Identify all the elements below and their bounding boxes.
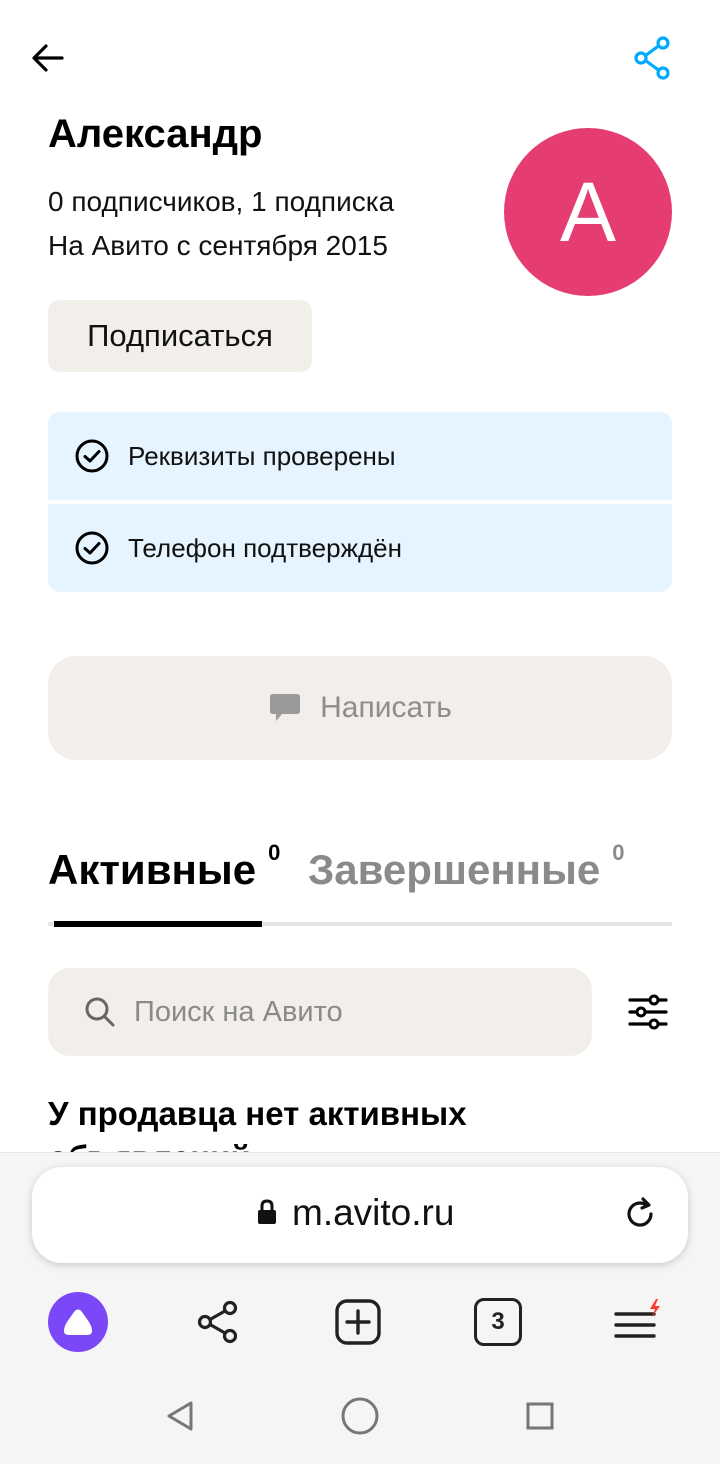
tab-label: Завершенные bbox=[308, 846, 601, 893]
check-circle-icon bbox=[75, 439, 109, 473]
verification-label: Реквизиты проверены bbox=[128, 440, 396, 471]
share-icon bbox=[197, 1300, 238, 1344]
verification-item-requisites: Реквизиты проверены bbox=[48, 412, 672, 500]
tab-label: Активные bbox=[48, 846, 257, 893]
filter-icon bbox=[628, 994, 668, 1030]
new-tab-button[interactable] bbox=[326, 1290, 390, 1354]
tab-count: 0 bbox=[268, 840, 281, 865]
avatar: A bbox=[504, 128, 672, 296]
lock-icon bbox=[258, 1199, 276, 1224]
tab-active[interactable]: Активные 0 bbox=[48, 840, 280, 894]
browser-share-button[interactable] bbox=[186, 1290, 250, 1354]
filters-button[interactable] bbox=[620, 984, 676, 1040]
member-since: На Авито с сентября 2015 bbox=[48, 230, 388, 261]
menu-button[interactable] bbox=[606, 1290, 670, 1354]
reload-button[interactable] bbox=[618, 1192, 662, 1236]
tabs-counter-icon: 3 bbox=[474, 1298, 522, 1346]
search-box[interactable] bbox=[48, 968, 592, 1056]
system-home-button[interactable] bbox=[332, 1388, 388, 1444]
system-back-button[interactable] bbox=[152, 1388, 208, 1444]
followers-stats: 0 подписчиков, 1 подписка bbox=[48, 186, 395, 217]
tabs-count: 3 bbox=[491, 1308, 505, 1335]
back-button[interactable] bbox=[20, 30, 76, 86]
write-message-button[interactable]: Написать bbox=[48, 656, 672, 760]
write-message-label: Написать bbox=[320, 691, 452, 724]
alice-button[interactable] bbox=[46, 1290, 110, 1354]
alice-icon bbox=[48, 1292, 108, 1352]
nav-home-icon bbox=[341, 1397, 379, 1435]
subscribe-button[interactable]: Подписаться bbox=[48, 300, 312, 372]
avatar-letter: A bbox=[559, 164, 617, 259]
verification-label: Телефон подтверждён bbox=[128, 532, 402, 563]
verification-item-phone: Телефон подтверждён bbox=[48, 504, 672, 592]
tabs-button[interactable]: 3 bbox=[466, 1290, 530, 1354]
system-recent-button[interactable] bbox=[512, 1388, 568, 1444]
profile-name: Александр bbox=[48, 112, 263, 156]
nav-back-icon bbox=[167, 1401, 193, 1431]
tab-completed[interactable]: Завершенные 0 bbox=[308, 840, 625, 894]
reload-icon bbox=[627, 1197, 653, 1227]
nav-recent-icon bbox=[526, 1402, 554, 1430]
url-text[interactable]: m.avito.ru bbox=[292, 1192, 454, 1234]
plus-square-icon bbox=[335, 1299, 381, 1345]
back-arrow-icon bbox=[32, 44, 64, 72]
menu-icon bbox=[614, 1299, 660, 1338]
share-icon bbox=[634, 36, 670, 80]
chat-bubble-icon bbox=[270, 694, 301, 721]
tab-count: 0 bbox=[612, 840, 625, 865]
search-icon bbox=[85, 997, 115, 1027]
search-input[interactable] bbox=[132, 994, 556, 1030]
tab-active-indicator bbox=[54, 921, 262, 927]
check-circle-icon bbox=[75, 531, 109, 565]
share-button[interactable] bbox=[624, 30, 680, 86]
